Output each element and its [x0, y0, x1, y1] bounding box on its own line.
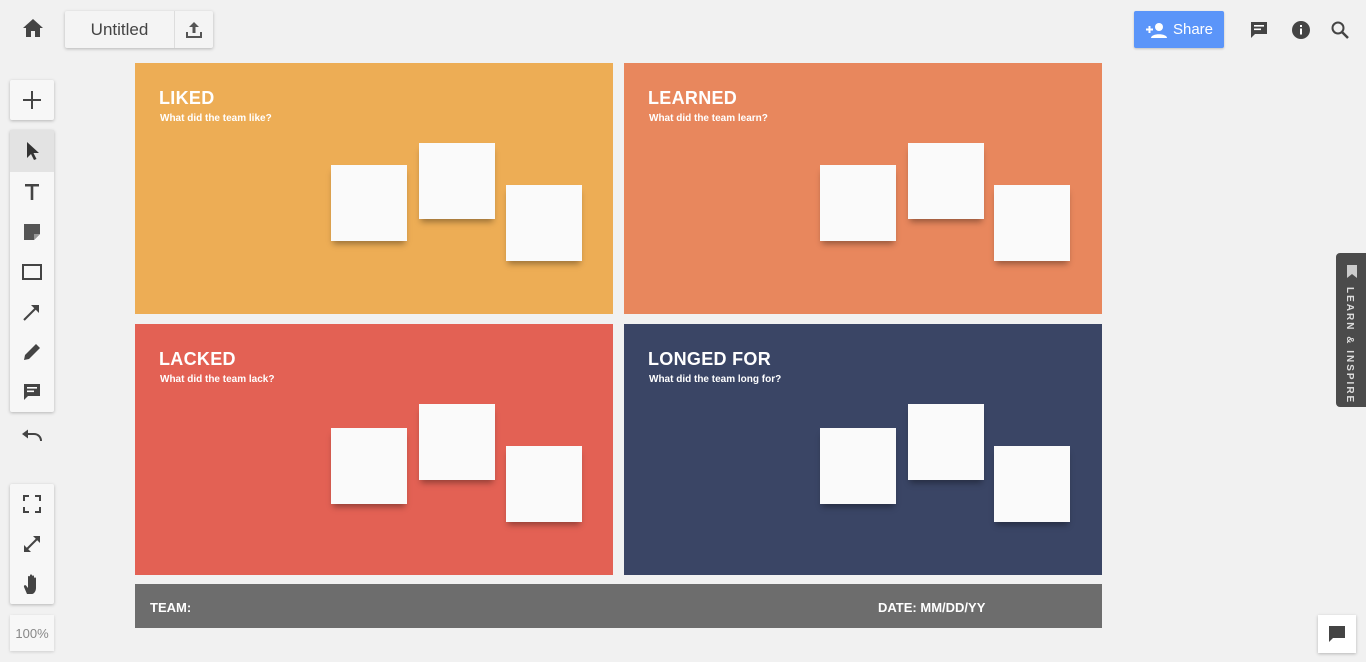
- title-group: Untitled: [65, 11, 213, 48]
- quadrant-title: LONGED FOR: [648, 349, 771, 369]
- sticky-note[interactable]: [908, 404, 984, 480]
- view-toolgroup: [10, 484, 54, 604]
- search-button[interactable]: [1325, 15, 1355, 45]
- zoom-level[interactable]: 100%: [10, 615, 54, 651]
- add-toolgroup: [10, 80, 54, 120]
- home-icon: [23, 19, 43, 37]
- quadrant-subtitle: What did the team lack?: [160, 374, 275, 385]
- quadrant-lacked: LACKED What did the team lack?: [135, 324, 613, 575]
- cursor-arrow-icon: [27, 142, 39, 160]
- document-title-field[interactable]: Untitled: [65, 11, 175, 48]
- search-icon: [1331, 21, 1349, 39]
- arrow-tool[interactable]: [10, 292, 54, 332]
- shape-tool[interactable]: [10, 252, 54, 292]
- export-button[interactable]: [175, 11, 213, 48]
- sticky-note-icon: [24, 224, 40, 240]
- rectangle-icon: [22, 264, 42, 280]
- hand-icon: [23, 574, 36, 594]
- quadrant-title: LACKED: [159, 349, 236, 369]
- sticky-note[interactable]: [419, 404, 495, 480]
- share-label: Share: [1172, 21, 1214, 38]
- fit-screen-icon: [23, 495, 41, 513]
- sticky-note[interactable]: [994, 446, 1070, 522]
- tools-toolgroup: [10, 130, 54, 412]
- team-label: TEAM:: [150, 600, 192, 615]
- sticky-note[interactable]: [331, 428, 407, 504]
- sticky-note[interactable]: [506, 446, 582, 522]
- comments-button[interactable]: [1244, 15, 1274, 45]
- fit-to-screen-button[interactable]: [10, 484, 54, 524]
- sticky-note[interactable]: [820, 428, 896, 504]
- home-button[interactable]: [14, 10, 52, 46]
- quadrant-title: LIKED: [159, 88, 215, 108]
- chat-button[interactable]: [1318, 615, 1356, 653]
- comment-icon: [1251, 22, 1267, 38]
- sticky-note[interactable]: [994, 185, 1070, 261]
- bookmark-icon: [1347, 265, 1357, 278]
- sticky-note[interactable]: [506, 185, 582, 261]
- quadrant-learned: LEARNED What did the team learn?: [624, 63, 1102, 314]
- expand-icon: [24, 536, 40, 552]
- undo-icon: [22, 429, 42, 442]
- sticky-note-tool[interactable]: [10, 212, 54, 252]
- share-button[interactable]: Share: [1134, 11, 1224, 48]
- quadrant-subtitle: What did the team learn?: [649, 113, 768, 124]
- quadrant-subtitle: What did the team long for?: [649, 374, 782, 385]
- select-tool[interactable]: [10, 130, 54, 172]
- chat-icon: [1329, 626, 1345, 642]
- info-button[interactable]: [1286, 15, 1316, 45]
- upload-icon: [186, 21, 202, 38]
- text-icon: [25, 184, 39, 200]
- date-label: DATE: MM/DD/YY: [878, 600, 986, 615]
- pan-tool[interactable]: [10, 564, 54, 604]
- sticky-note[interactable]: [908, 143, 984, 219]
- comment-icon: [24, 384, 40, 400]
- undo-button[interactable]: [10, 417, 54, 457]
- sticky-note[interactable]: [419, 143, 495, 219]
- sticky-note[interactable]: [331, 165, 407, 241]
- add-button[interactable]: [10, 80, 54, 120]
- text-tool[interactable]: [10, 172, 54, 212]
- quadrant-liked: LIKED What did the team like?: [135, 63, 613, 314]
- comment-tool[interactable]: [10, 372, 54, 412]
- learn-inspire-tab[interactable]: LEARN & INSPIRE: [1336, 253, 1366, 407]
- learn-inspire-label: LEARN & INSPIRE: [1344, 287, 1355, 405]
- fullscreen-button[interactable]: [10, 524, 54, 564]
- add-person-icon: [1145, 22, 1167, 38]
- footer-bar: TEAM: DATE: MM/DD/YY: [135, 584, 1102, 628]
- plus-icon: [23, 91, 41, 109]
- pencil-icon: [24, 344, 40, 360]
- quadrant-title: LEARNED: [648, 88, 738, 108]
- quadrant-subtitle: What did the team like?: [160, 113, 272, 124]
- pen-tool[interactable]: [10, 332, 54, 372]
- arrow-icon: [23, 305, 39, 321]
- info-icon: [1292, 21, 1310, 39]
- sticky-note[interactable]: [820, 165, 896, 241]
- quadrant-longed-for: LONGED FOR What did the team long for?: [624, 324, 1102, 575]
